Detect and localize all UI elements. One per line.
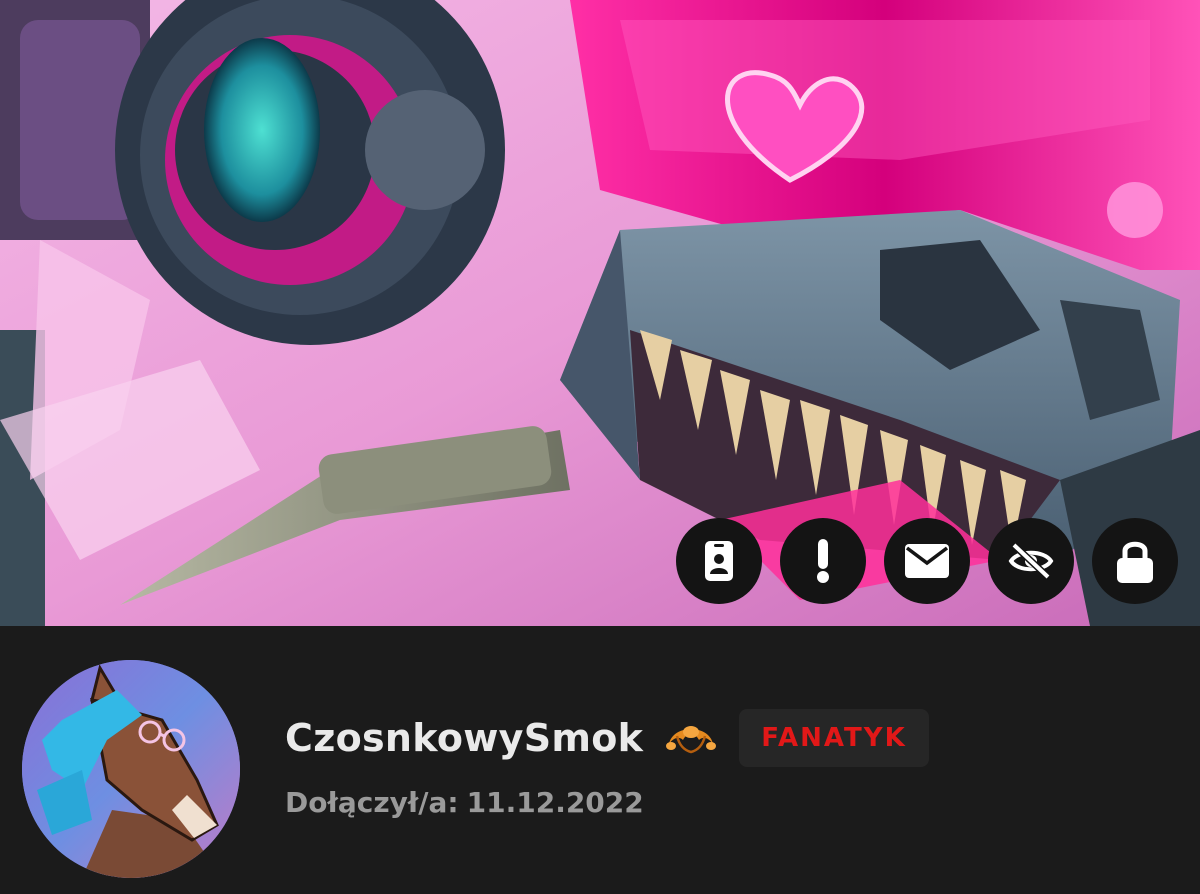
report-button[interactable] <box>780 518 866 604</box>
croissant-icon <box>666 726 717 754</box>
id-card-icon <box>705 541 733 581</box>
profile-actions <box>676 518 1178 604</box>
block-button[interactable] <box>1092 518 1178 604</box>
joined-label: Dołączył/a: <box>285 786 459 819</box>
profile-banner <box>0 0 1200 626</box>
lock-icon <box>1117 541 1153 583</box>
hide-button[interactable] <box>988 518 1074 604</box>
joined-date: 11.12.2022 <box>466 786 644 819</box>
avatar <box>22 660 240 878</box>
username: CzosnkowySmok <box>285 716 644 760</box>
profile-page: CzosnkowySmok FANATYK Dołączył/a: 11.12.2… <box>0 0 1200 894</box>
profile-header: CzosnkowySmok FANATYK Dołączył/a: 11.12.2… <box>0 626 1200 894</box>
exclamation-icon <box>817 539 829 583</box>
joined-info: Dołączył/a: 11.12.2022 <box>285 786 644 819</box>
rank-badge: FANATYK <box>739 709 929 767</box>
message-button[interactable] <box>884 518 970 604</box>
envelope-icon <box>905 544 949 578</box>
name-row: CzosnkowySmok FANATYK <box>285 708 929 768</box>
profile-card-button[interactable] <box>676 518 762 604</box>
avatar-image <box>22 660 240 878</box>
eye-slash-icon <box>1008 542 1054 580</box>
